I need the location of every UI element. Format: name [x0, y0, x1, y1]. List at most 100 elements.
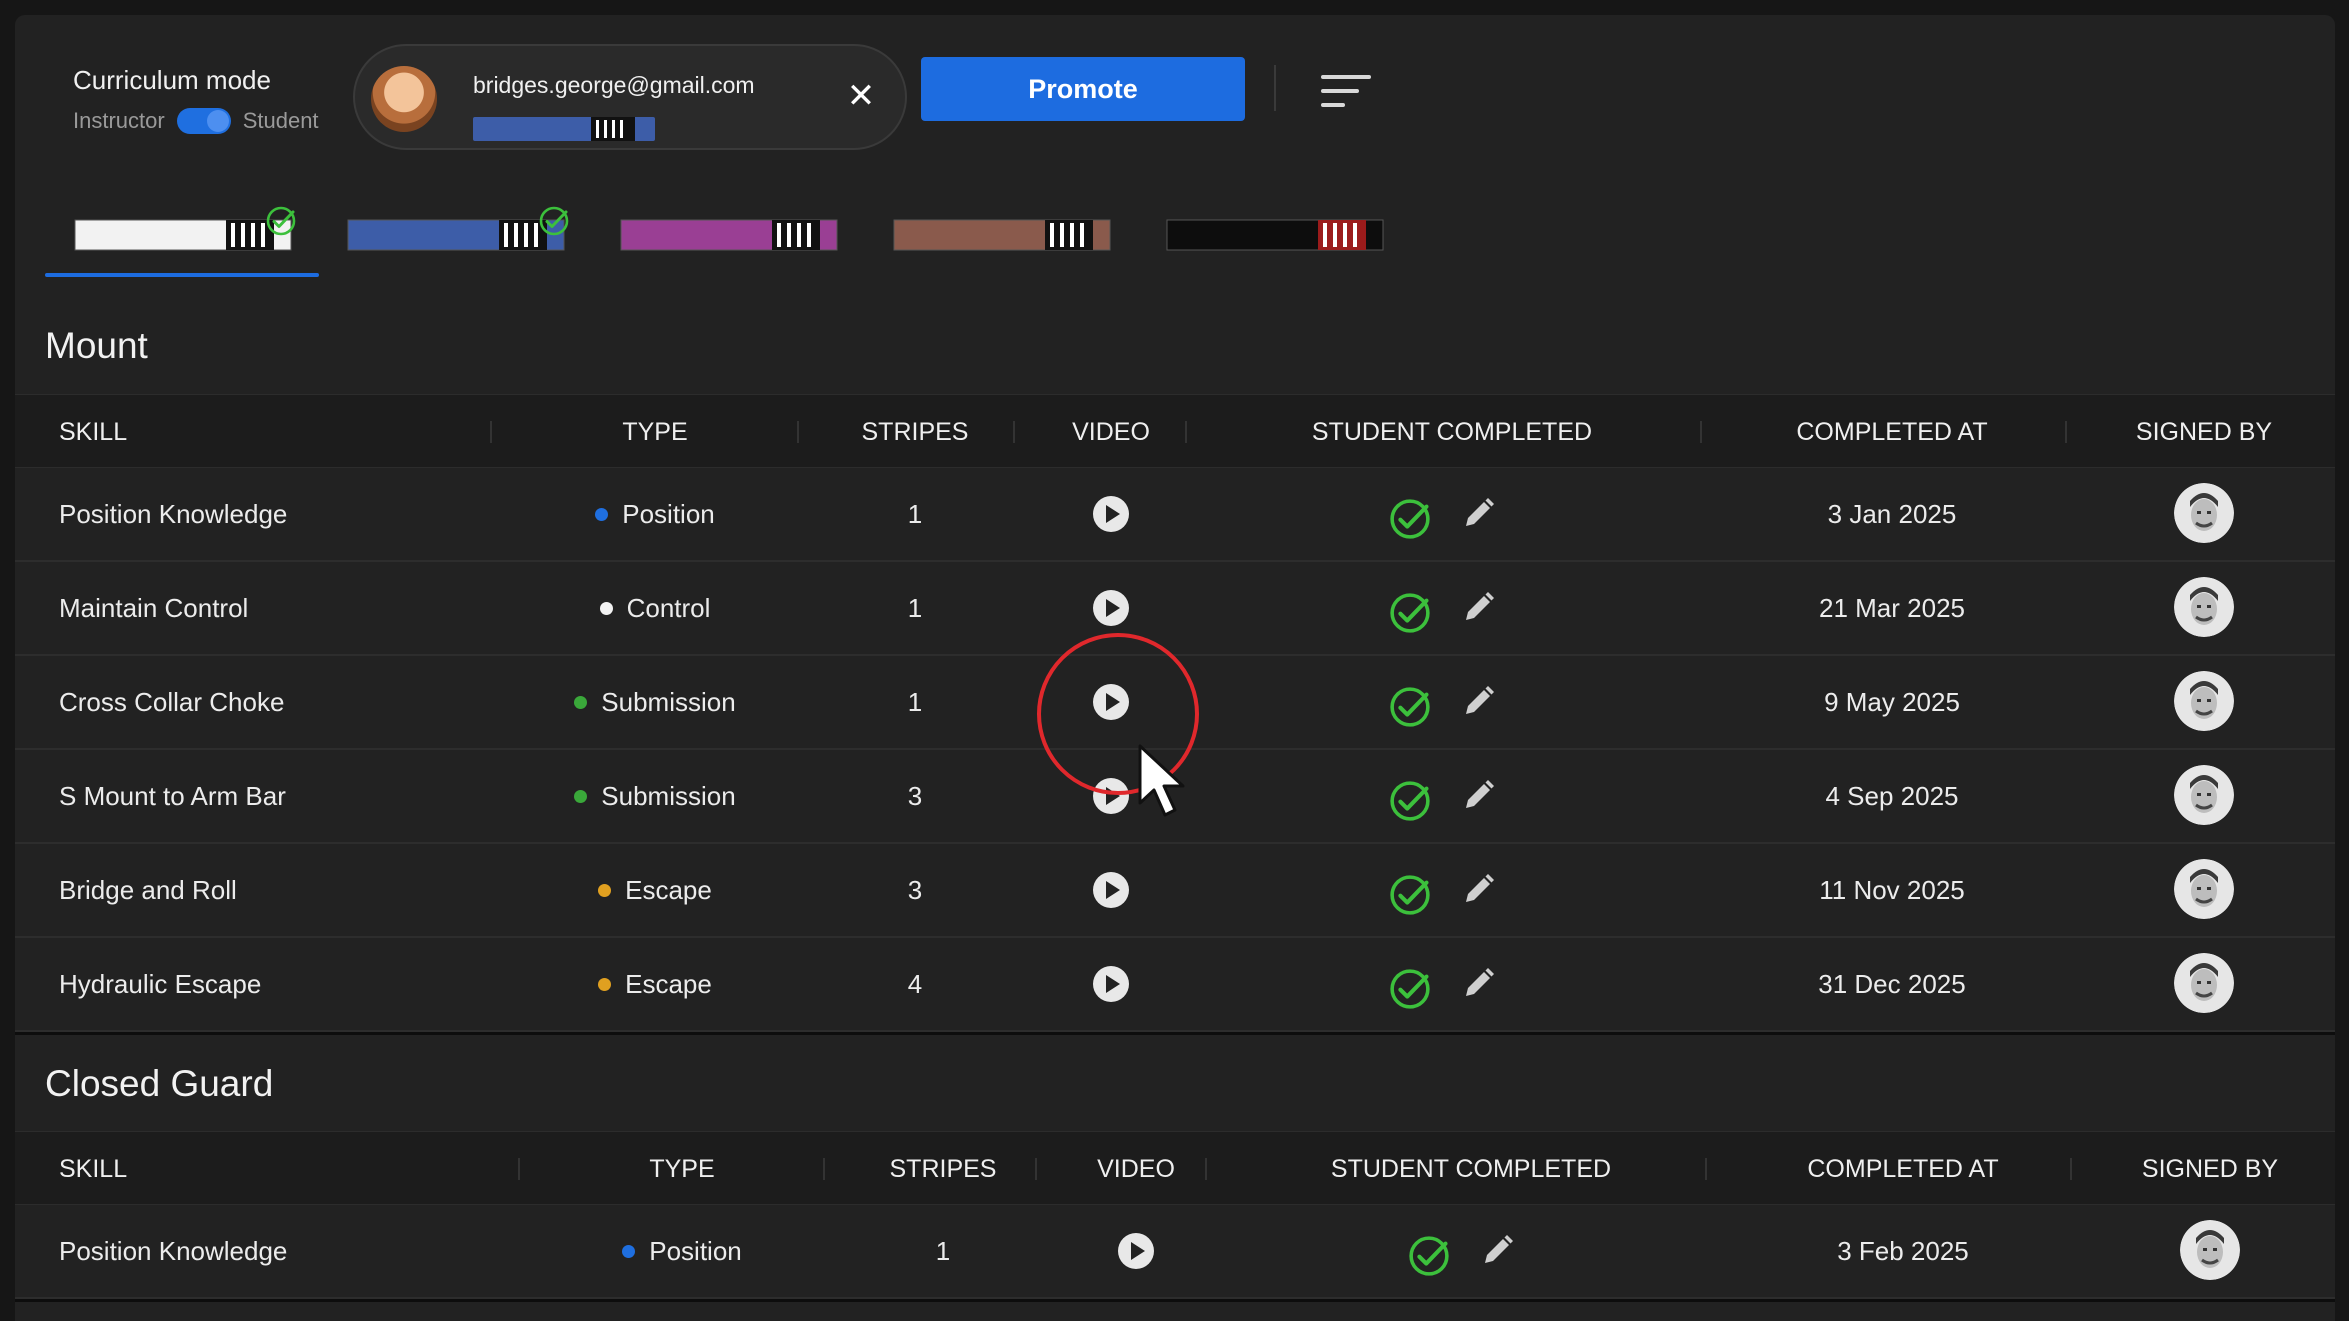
completed-at-date: 31 Dec 2025: [1818, 969, 1966, 999]
student-completed-check-icon: [1390, 875, 1430, 915]
column-divider[interactable]: [1700, 421, 1702, 443]
promote-button[interactable]: Promote: [921, 57, 1245, 121]
stripes-count: 1: [907, 593, 923, 623]
column-header[interactable]: SKILL: [59, 1132, 529, 1206]
type-label: Control: [626, 593, 711, 623]
play-video-icon[interactable]: [1114, 1229, 1158, 1273]
column-divider[interactable]: [490, 421, 492, 443]
column-header[interactable]: STUDENT COMPLETED: [1221, 1132, 1721, 1206]
column-divider[interactable]: [1013, 421, 1015, 443]
type-dot-icon: [574, 695, 588, 709]
column-divider[interactable]: [2070, 1158, 2072, 1180]
column-header[interactable]: TYPE: [529, 1132, 835, 1206]
skill-name: Cross Collar Choke: [59, 687, 285, 717]
edit-pencil-icon[interactable]: [1456, 774, 1500, 818]
column-header[interactable]: TYPE: [505, 395, 805, 469]
play-video-icon[interactable]: [1089, 492, 1133, 536]
belt-tab-white[interactable]: [45, 205, 319, 285]
column-divider[interactable]: [1185, 421, 1187, 443]
column-header[interactable]: VIDEO: [1025, 395, 1197, 469]
belt-tab-black[interactable]: [1137, 205, 1411, 285]
signed-by-avatar[interactable]: [2174, 577, 2234, 637]
belt-completed-check-icon: [539, 206, 569, 236]
student-completed-check-icon: [1390, 593, 1430, 633]
table-row[interactable]: Position Knowledge Position 1 3 Feb 2025: [15, 1205, 2335, 1299]
skill-type: Control: [505, 562, 805, 654]
signed-by-avatar[interactable]: [2174, 953, 2234, 1013]
skill-type: Submission: [505, 656, 805, 748]
completed-at-date: 3 Jan 2025: [1827, 499, 1957, 529]
play-video-icon[interactable]: [1089, 962, 1133, 1006]
column-header[interactable]: COMPLETED AT: [1721, 1132, 2085, 1206]
belt-icon: [74, 219, 292, 251]
student-completed-check-icon: [1409, 1236, 1449, 1276]
column-header[interactable]: STRIPES: [835, 1132, 1051, 1206]
skill-type: Escape: [505, 938, 805, 1030]
edit-pencil-icon[interactable]: [1456, 492, 1500, 536]
column-header[interactable]: SIGNED BY: [2085, 1132, 2335, 1206]
sort-icon[interactable]: [1321, 73, 1371, 109]
student-completed-check-icon: [1390, 687, 1430, 727]
edit-pencil-icon[interactable]: [1475, 1229, 1519, 1273]
type-label: Escape: [625, 875, 712, 905]
mouse-cursor-icon: [1138, 744, 1185, 817]
column-header[interactable]: SKILL: [59, 395, 499, 469]
signed-by-avatar[interactable]: [2174, 765, 2234, 825]
belt-tab-blue[interactable]: [318, 205, 592, 285]
column-divider[interactable]: [1035, 1158, 1037, 1180]
type-dot-icon: [598, 977, 612, 991]
signed-by-avatar[interactable]: [2180, 1220, 2240, 1280]
play-video-icon[interactable]: [1089, 586, 1133, 630]
column-divider[interactable]: [518, 1158, 520, 1180]
signed-by-avatar[interactable]: [2174, 483, 2234, 543]
section-title: Mount: [45, 325, 148, 366]
type-dot-icon: [595, 507, 609, 521]
table-row[interactable]: Bridge and Roll Escape 3 11 Nov 2025: [15, 844, 2335, 938]
type-label: Submission: [601, 687, 736, 717]
edit-pencil-icon[interactable]: [1456, 868, 1500, 912]
belt-icon: [620, 219, 838, 251]
curriculum-panel: Curriculum mode Instructor Student bridg…: [15, 15, 2335, 1321]
column-header[interactable]: STRIPES: [805, 395, 1025, 469]
column-divider[interactable]: [1705, 1158, 1707, 1180]
column-divider[interactable]: [1205, 1158, 1207, 1180]
column-divider[interactable]: [823, 1158, 825, 1180]
student-email: bridges.george@gmail.com: [473, 72, 755, 98]
belt-tab-brown[interactable]: [864, 205, 1138, 285]
edit-pencil-icon[interactable]: [1456, 586, 1500, 630]
belt-completed-check-icon: [266, 206, 296, 236]
type-dot-icon: [622, 1244, 636, 1258]
stripes-count: 1: [907, 499, 923, 529]
edit-pencil-icon[interactable]: [1456, 680, 1500, 724]
mode-toggle[interactable]: [176, 108, 231, 134]
type-dot-icon: [574, 789, 588, 803]
mode-instructor-label: Instructor: [73, 108, 165, 133]
completed-at-date: 11 Nov 2025: [1819, 875, 1965, 905]
column-header[interactable]: STUDENT COMPLETED: [1197, 395, 1707, 469]
header-divider: [1274, 65, 1276, 111]
section-title: Closed Guard: [45, 1063, 274, 1104]
column-header[interactable]: SIGNED BY: [2077, 395, 2331, 469]
column-divider[interactable]: [797, 421, 799, 443]
table-row[interactable]: Maintain Control Control 1 21 Mar 2025: [15, 562, 2335, 656]
student-completed-check-icon: [1390, 969, 1430, 1009]
belt-tab-purple[interactable]: [591, 205, 865, 285]
table-row[interactable]: Hydraulic Escape Escape 4 31 Dec 2025: [15, 938, 2335, 1032]
student-chip[interactable]: bridges.george@gmail.com ✕: [353, 44, 907, 150]
column-divider[interactable]: [2065, 421, 2067, 443]
mode-student-label: Student: [242, 108, 319, 133]
table-header: SKILL TYPE STRIPES VIDEO STUDENT COMPLETED CO…: [15, 1131, 2335, 1205]
close-icon[interactable]: ✕: [841, 76, 881, 116]
column-header[interactable]: COMPLETED AT: [1707, 395, 2077, 469]
type-dot-icon: [599, 601, 613, 615]
belt-icon: [347, 219, 565, 251]
signed-by-avatar[interactable]: [2174, 671, 2234, 731]
skill-name: S Mount to Arm Bar: [59, 781, 286, 811]
edit-pencil-icon[interactable]: [1456, 962, 1500, 1006]
stripes-count: 4: [907, 969, 923, 999]
skill-name: Position Knowledge: [59, 499, 288, 529]
table-row[interactable]: Position Knowledge Position 1 3 Jan 2025: [15, 468, 2335, 562]
play-video-icon[interactable]: [1089, 868, 1133, 912]
signed-by-avatar[interactable]: [2174, 859, 2234, 919]
column-header[interactable]: VIDEO: [1051, 1132, 1221, 1206]
